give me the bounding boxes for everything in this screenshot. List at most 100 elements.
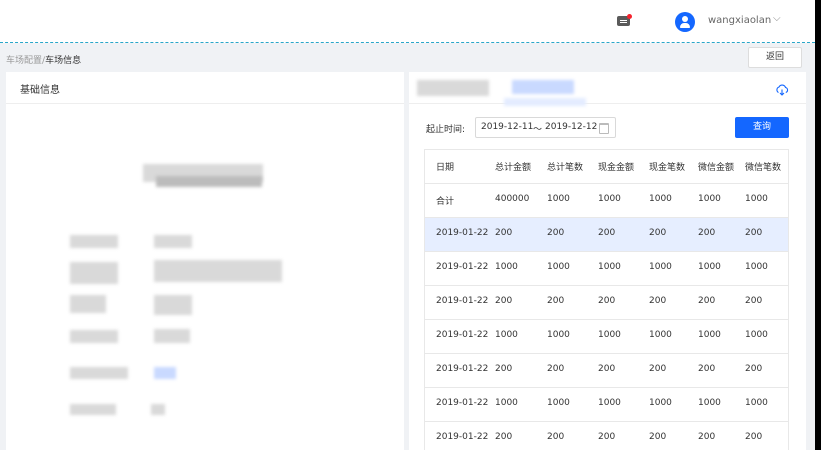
- table-cell: 1000: [649, 398, 672, 408]
- redacted-value: [154, 260, 282, 282]
- back-button[interactable]: 返回: [748, 47, 802, 68]
- redacted-tab-active: [512, 80, 574, 94]
- table-cell: 1000: [598, 194, 621, 204]
- date-separator: ～: [533, 125, 543, 135]
- table-cell: 1000: [495, 330, 518, 340]
- table-cell: 2019-01-22: [436, 364, 489, 374]
- table-cell: 200: [745, 432, 763, 442]
- user-avatar-icon[interactable]: [675, 12, 695, 32]
- table-cell: 200: [495, 296, 513, 306]
- table-cell: 2019-01-22: [436, 296, 489, 306]
- basic-info-card: 基础信息: [6, 72, 404, 450]
- table-row[interactable]: 2019-01-22 200 200 200 200 200 200: [425, 354, 788, 388]
- table-row[interactable]: 2019-01-22 200 200 200 200 200 200: [425, 286, 788, 320]
- table-cell: 200: [547, 432, 565, 442]
- redacted-label: [70, 404, 116, 415]
- table-cell: 1000: [547, 330, 570, 340]
- date-end-value[interactable]: 2019-12-12: [545, 122, 597, 132]
- card-header: [6, 72, 404, 104]
- message-icon[interactable]: [617, 14, 632, 27]
- table-cell: 200: [649, 432, 667, 442]
- table-cell: 200: [745, 296, 763, 306]
- active-tab-underline: [504, 98, 586, 106]
- table-cell: 200: [698, 432, 716, 442]
- table-cell: 200: [649, 296, 667, 306]
- table-cell: 2019-01-22: [436, 330, 489, 340]
- table-cell: 200: [598, 432, 616, 442]
- table-cell: 200: [598, 296, 616, 306]
- table-cell: 1000: [698, 330, 721, 340]
- table-cell: 1000: [649, 330, 672, 340]
- redacted-label: [70, 330, 118, 343]
- table-row[interactable]: 合计 400000 1000 1000 1000 1000 1000: [425, 184, 788, 218]
- table-cell: 1000: [745, 398, 768, 408]
- table-cell: 2019-01-22: [436, 398, 489, 408]
- table-cell: 1000: [698, 398, 721, 408]
- redacted-value: [154, 329, 190, 343]
- table-cell: 1000: [495, 398, 518, 408]
- table-cell: 200: [495, 432, 513, 442]
- table-cell: 200: [547, 228, 565, 238]
- username[interactable]: wangxiaolan: [708, 15, 771, 26]
- chevron-down-icon[interactable]: ⌵: [773, 13, 781, 24]
- redacted-value: [154, 295, 192, 315]
- table-row[interactable]: 2019-01-22 200 200 200 200 200 200: [425, 218, 788, 252]
- app-window: wangxiaolan ⌵ 车场配置/车场信息 返回 基础信息 起止时间: 20…: [0, 0, 815, 450]
- redacted-label: [70, 367, 128, 379]
- table-cell: 200: [745, 228, 763, 238]
- table-cell: 1000: [495, 262, 518, 272]
- records-card: 起止时间: 2019-12-11 ～ 2019-12-12 查询 日期 总计金额…: [409, 72, 806, 450]
- breadcrumb-parent[interactable]: 车场配置: [6, 56, 42, 66]
- table-row[interactable]: 2019-01-22 1000 1000 1000 1000 1000 1000: [425, 388, 788, 422]
- notification-dot: [627, 14, 632, 19]
- column-header: 现金笔数: [649, 163, 686, 173]
- table-cell: 1000: [745, 330, 768, 340]
- table-cell: 200: [547, 364, 565, 374]
- table-cell: 1000: [649, 262, 672, 272]
- table-row[interactable]: 2019-01-22 1000 1000 1000 1000 1000 1000: [425, 320, 788, 354]
- table-cell: 1000: [598, 262, 621, 272]
- table-cell: 1000: [547, 398, 570, 408]
- cloud-download-icon[interactable]: [775, 84, 789, 96]
- table-row[interactable]: 2019-01-22 1000 1000 1000 1000 1000 1000: [425, 252, 788, 286]
- redacted-value: [154, 235, 192, 248]
- table-cell: 400000: [495, 194, 530, 204]
- top-bar: wangxiaolan ⌵: [0, 0, 815, 43]
- table-cell: 200: [495, 228, 513, 238]
- records-table: 日期 总计金额 总计笔数 现金金额 现金笔数 微信金额 微信笔数 合计 40000…: [424, 149, 789, 450]
- table-cell: 200: [598, 228, 616, 238]
- table-cell: 1000: [745, 194, 768, 204]
- table-cell: 1000: [698, 262, 721, 272]
- table-cell: 200: [698, 296, 716, 306]
- table-cell: 200: [649, 364, 667, 374]
- table-cell: 2019-01-22: [436, 432, 489, 442]
- calendar-icon[interactable]: [599, 123, 609, 134]
- card-title: 基础信息: [20, 85, 60, 96]
- date-range-picker[interactable]: 2019-12-11 ～ 2019-12-12: [475, 117, 616, 138]
- redacted-label: [70, 262, 118, 284]
- redacted-value: [154, 367, 176, 379]
- table-cell: 1000: [547, 262, 570, 272]
- table-cell: 1000: [598, 398, 621, 408]
- table-cell: 200: [745, 364, 763, 374]
- table-cell: 2019-01-22: [436, 262, 489, 272]
- table-header-row: 日期 总计金额 总计笔数 现金金额 现金笔数 微信金额 微信笔数: [425, 150, 788, 184]
- table-cell: 200: [598, 364, 616, 374]
- table-cell: 1000: [745, 262, 768, 272]
- table-cell: 1000: [649, 194, 672, 204]
- table-cell: 200: [649, 228, 667, 238]
- breadcrumb: 车场配置/车场信息: [6, 53, 81, 66]
- table-row[interactable]: 2019-01-22 200 200 200 200 200 200: [425, 422, 788, 450]
- column-header: 总计金额: [495, 163, 532, 173]
- column-header: 微信笔数: [745, 163, 782, 173]
- query-button[interactable]: 查询: [735, 117, 789, 138]
- redacted-tab: [417, 80, 489, 96]
- column-header: 日期: [436, 163, 455, 173]
- table-cell: 1000: [698, 194, 721, 204]
- redacted-label: [70, 295, 106, 313]
- date-start-value[interactable]: 2019-12-11: [481, 122, 533, 132]
- table-cell: 合计: [436, 197, 455, 207]
- column-header: 微信金额: [698, 163, 735, 173]
- redacted-block: [156, 176, 262, 187]
- table-cell: 200: [547, 296, 565, 306]
